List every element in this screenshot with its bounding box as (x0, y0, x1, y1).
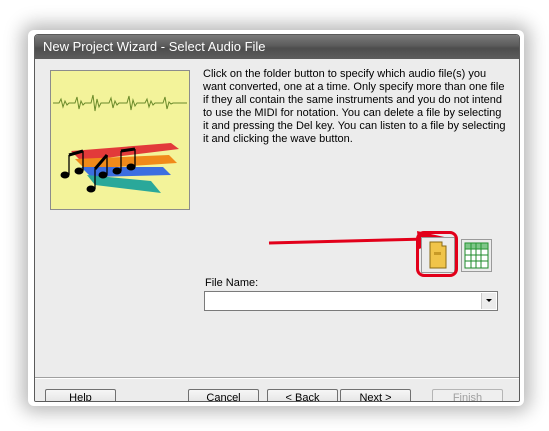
dropdown-button[interactable] (481, 293, 496, 309)
wave-button[interactable] (461, 239, 492, 272)
title-bar[interactable]: New Project Wizard - Select Audio File (35, 35, 519, 59)
finish-button[interactable]: Finish (432, 389, 503, 401)
wave-icon (464, 242, 489, 269)
file-name-label: File Name: (205, 277, 259, 289)
next-button[interactable]: Next > (340, 389, 411, 401)
chevron-down-icon (486, 299, 492, 302)
help-button[interactable]: Help (45, 389, 116, 401)
wizard-dialog: New Project Wizard - Select Audio File C… (34, 34, 520, 402)
wizard-illustration (50, 70, 190, 210)
separator-highlight (35, 378, 519, 379)
folder-button-highlight (416, 231, 458, 277)
file-name-combobox[interactable] (204, 291, 498, 311)
music-wave-illustration (51, 71, 189, 209)
dialog-body: Click on the folder button to specify wh… (35, 59, 519, 401)
instructions-text: Click on the folder button to specify wh… (203, 68, 506, 145)
cancel-button[interactable]: Cancel (188, 389, 259, 401)
back-button[interactable]: < Back (267, 389, 338, 401)
window-title: New Project Wizard - Select Audio File (43, 39, 266, 54)
